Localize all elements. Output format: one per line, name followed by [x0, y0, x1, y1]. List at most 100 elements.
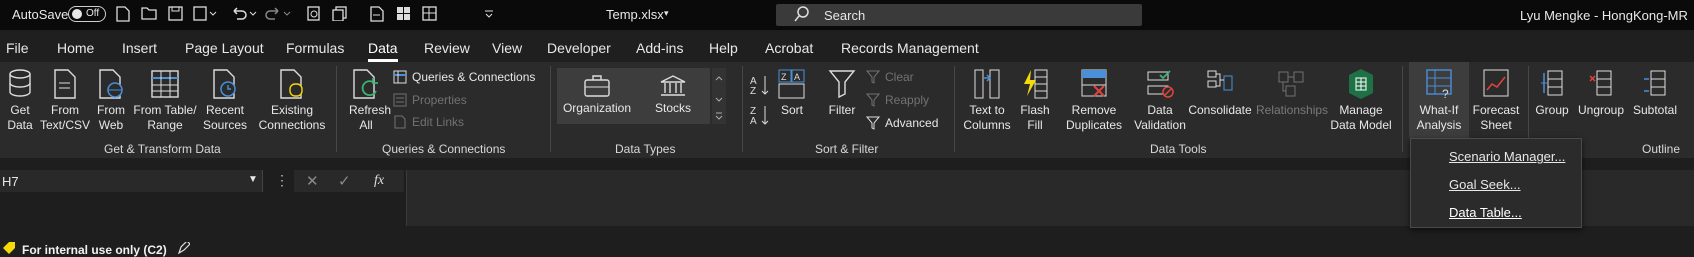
properties-button[interactable]: Properties — [393, 93, 467, 107]
tab-formulas[interactable]: Formulas — [286, 40, 344, 56]
filter-button[interactable]: Filter — [824, 68, 860, 118]
search-box[interactable]: Search — [776, 4, 1142, 26]
insert-function-icon[interactable]: fx — [374, 173, 384, 189]
copy-icon[interactable] — [330, 6, 348, 24]
from-table-range-label: From Table/ Range — [133, 103, 197, 132]
ungroup-icon — [1589, 70, 1612, 96]
what-if-label: What-If Analysis — [1416, 103, 1462, 132]
more-options-icon[interactable]: ⋮ — [275, 172, 289, 189]
group-label-data-types: Data Types — [615, 142, 676, 156]
tab-records-management[interactable]: Records Management — [841, 40, 979, 56]
menu-item-data-table[interactable]: Data Table... — [1449, 205, 1522, 220]
forecast-sheet-button[interactable]: Forecast Sheet — [1470, 68, 1522, 133]
existing-connections-label: Existing Connections — [258, 103, 326, 132]
filename-chevron-icon[interactable]: ▾ — [664, 8, 669, 19]
sensitivity-label[interactable]: For internal use only (C2) — [22, 243, 167, 257]
ungroup-label: Ungroup — [1577, 103, 1625, 117]
search-placeholder: Search — [824, 8, 866, 23]
remove-duplicates-button[interactable]: Remove Duplicates — [1062, 68, 1126, 133]
grid-icon[interactable] — [394, 6, 412, 24]
edit-links-button[interactable]: Edit Links — [393, 115, 464, 129]
tab-view[interactable]: View — [492, 40, 522, 56]
consolidate-label: Consolidate — [1188, 103, 1252, 117]
manage-data-model-button[interactable]: Manage Data Model — [1328, 68, 1394, 133]
recent-sources-button[interactable]: Recent Sources — [202, 68, 248, 133]
organization-data-type[interactable]: Organization — [560, 74, 634, 116]
reapply-button[interactable]: Reapply — [866, 93, 929, 107]
stocks-data-type[interactable]: Stocks — [640, 74, 706, 116]
edit-dropdown-icon[interactable] — [192, 6, 218, 24]
from-text-csv-button[interactable]: From Text/CSV — [40, 68, 90, 133]
sort-button[interactable]: ZA Sort — [774, 68, 810, 118]
get-data-button[interactable]: Get Data — [2, 68, 38, 133]
flash-fill-button[interactable]: Flash Fill — [1016, 68, 1054, 133]
menu-item-goal-seek[interactable]: Goal Seek... — [1449, 177, 1521, 192]
tab-file[interactable]: File — [6, 40, 29, 56]
forecast-sheet-icon — [1483, 69, 1509, 97]
print-preview-icon[interactable] — [304, 6, 322, 24]
queries-connections-icon — [393, 70, 407, 84]
forecast-sheet-label: Forecast Sheet — [1472, 103, 1520, 132]
table-icon[interactable] — [420, 6, 438, 24]
pencil-edit-icon[interactable] — [178, 242, 190, 254]
sort-az-za-buttons[interactable]: AZZA — [750, 72, 772, 128]
ungroup-button[interactable]: Ungroup — [1576, 68, 1626, 118]
name-box[interactable]: H7 ▼ — [0, 170, 263, 192]
user-name[interactable]: Lyu Mengke - HongKong-MR — [1520, 8, 1688, 23]
consolidate-button[interactable]: Consolidate — [1186, 68, 1254, 118]
group-button[interactable]: Group — [1532, 68, 1572, 118]
separator — [1402, 66, 1403, 152]
get-data-label: Get Data — [7, 103, 33, 132]
relationships-button[interactable]: Relationships — [1256, 68, 1328, 118]
filter-label: Filter — [828, 103, 856, 117]
open-folder-icon[interactable] — [140, 6, 158, 24]
clear-button[interactable]: Clear — [866, 70, 914, 84]
tab-insert[interactable]: Insert — [122, 40, 157, 56]
text-to-columns-button[interactable]: Text to Columns — [962, 68, 1012, 133]
organization-label: Organization — [562, 101, 632, 115]
tab-help[interactable]: Help — [709, 40, 738, 56]
refresh-all-button[interactable]: Refresh All — [344, 68, 391, 133]
existing-connections-button[interactable]: Existing Connections — [254, 68, 330, 133]
save-icon[interactable] — [166, 6, 184, 24]
tab-review[interactable]: Review — [424, 40, 470, 56]
queries-connections-label: Queries & Connections — [412, 70, 536, 84]
from-web-button[interactable]: From Web — [94, 68, 128, 133]
customize-toolbar-icon[interactable] — [480, 6, 498, 24]
tab-add-ins[interactable]: Add-ins — [636, 40, 683, 56]
menu-item-scenario-manager[interactable]: Scenario Manager... — [1449, 149, 1565, 164]
data-model-icon — [1349, 69, 1373, 99]
data-validation-button[interactable]: Data Validation — [1130, 68, 1190, 133]
advanced-button[interactable]: Advanced — [866, 116, 938, 130]
document-icon[interactable] — [368, 6, 386, 24]
queries-connections-button[interactable]: Queries & Connections — [393, 70, 535, 84]
file-name[interactable]: Temp.xlsx — [606, 7, 664, 22]
sensitivity-bar — [0, 238, 1694, 256]
subtotal-button[interactable]: Subtotal — [1630, 68, 1680, 118]
briefcase-icon — [584, 75, 610, 97]
autosave-state: Off — [86, 8, 100, 19]
clear-label: Clear — [885, 70, 914, 84]
separator — [954, 66, 955, 152]
autosave-toggle[interactable]: Off — [68, 6, 106, 22]
name-box-dropdown-icon[interactable]: ▼ — [248, 174, 258, 185]
new-file-icon[interactable] — [114, 6, 132, 24]
from-table-range-button[interactable]: From Table/ Range — [132, 68, 198, 133]
tab-developer[interactable]: Developer — [547, 40, 611, 56]
tab-data[interactable]: Data — [368, 40, 398, 62]
tab-home[interactable]: Home — [57, 40, 94, 56]
tab-acrobat[interactable]: Acrobat — [765, 40, 813, 56]
tab-page-layout[interactable]: Page Layout — [185, 40, 264, 56]
svg-text:Z: Z — [781, 72, 787, 82]
redo-icon[interactable] — [264, 6, 292, 24]
cancel-icon[interactable]: ✕ — [306, 172, 319, 190]
enter-check-icon[interactable]: ✓ — [338, 172, 351, 190]
undo-icon[interactable] — [230, 6, 258, 24]
data-validation-icon — [1147, 70, 1174, 98]
group-label: Group — [1535, 103, 1569, 117]
text-to-columns-icon — [974, 69, 1000, 99]
flash-fill-icon — [1024, 69, 1048, 99]
recent-sources-icon — [213, 69, 236, 99]
what-if-analysis-button[interactable]: ? What-If Analysis — [1410, 68, 1468, 133]
gallery-scroll[interactable] — [712, 68, 726, 124]
